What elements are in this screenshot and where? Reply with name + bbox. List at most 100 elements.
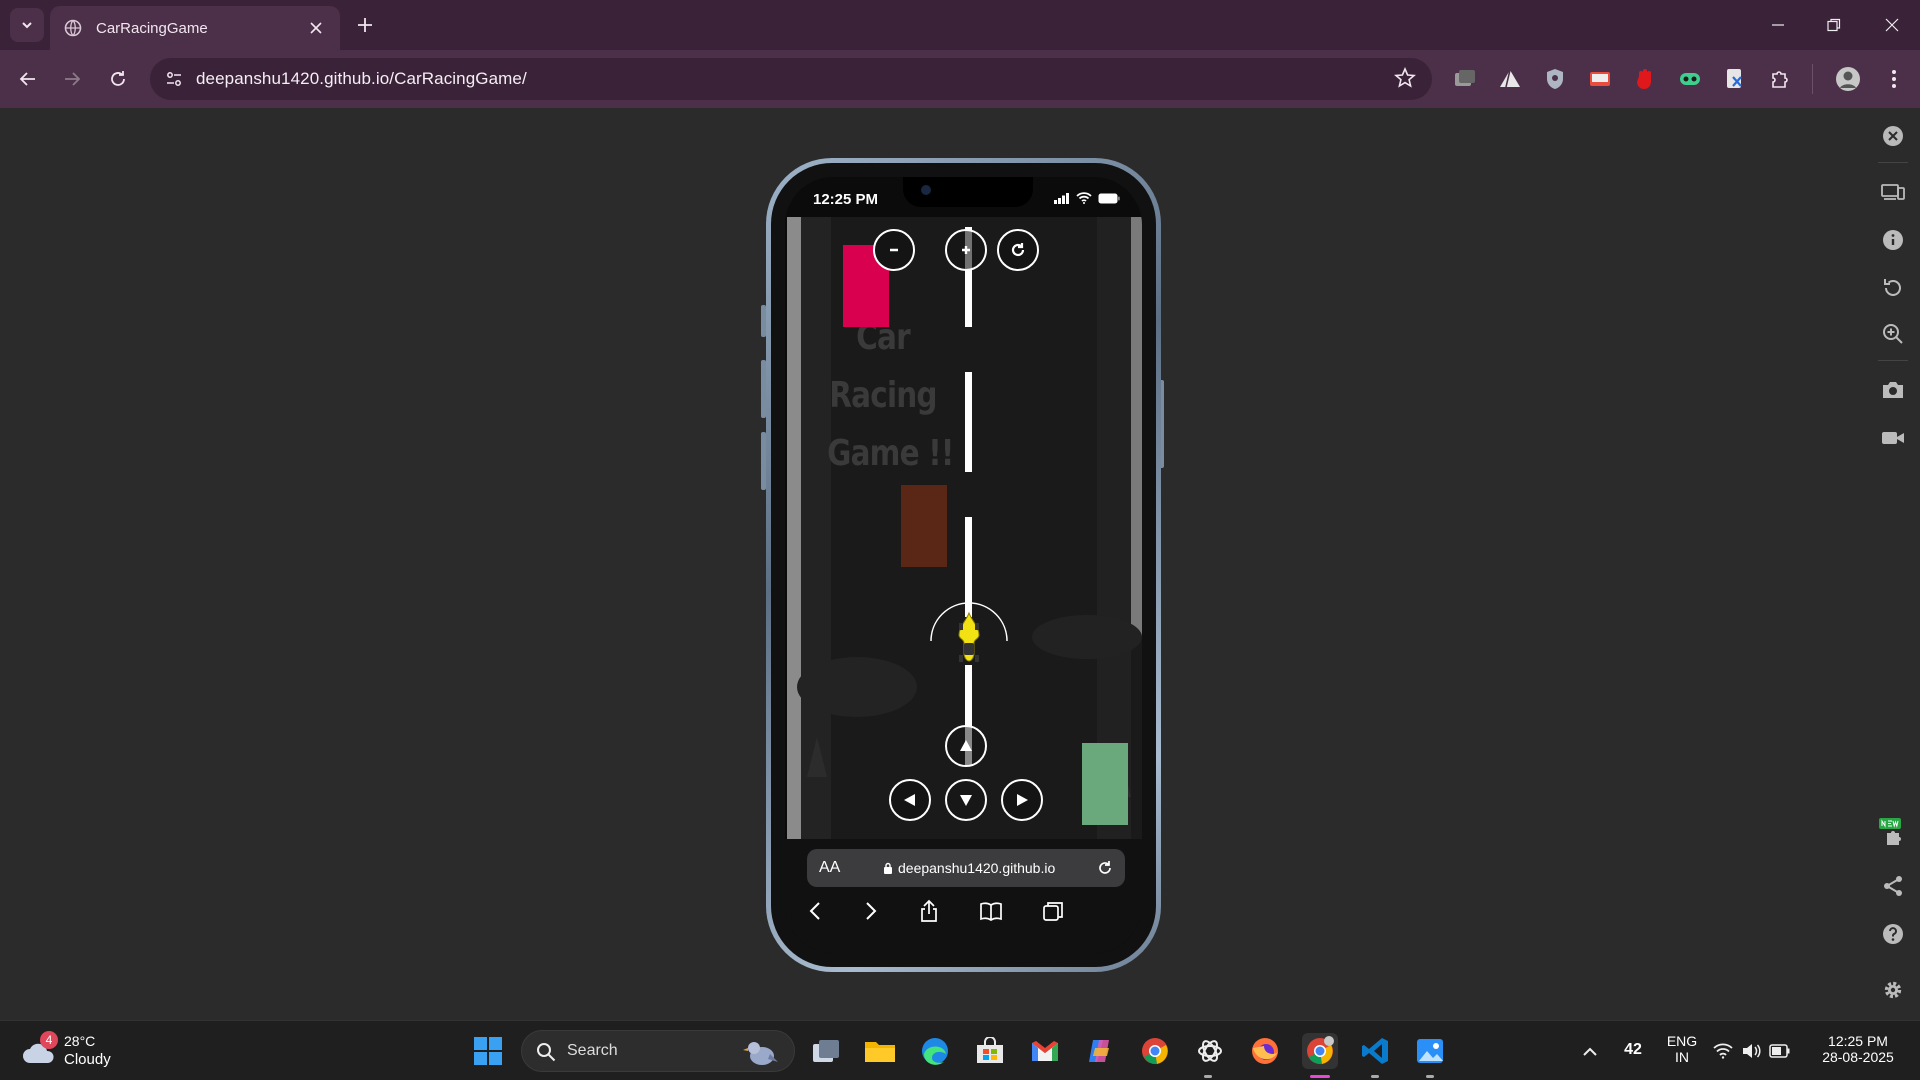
microsoft-store-app[interactable] bbox=[972, 1033, 1008, 1069]
url-text[interactable]: deepanshu1420.github.io/CarRacingGame/ bbox=[196, 69, 527, 89]
safari-bookmarks-button[interactable] bbox=[977, 897, 1005, 925]
close-window-button[interactable] bbox=[1864, 0, 1920, 50]
back-button[interactable] bbox=[12, 63, 44, 95]
right-button[interactable] bbox=[1001, 779, 1043, 821]
zoom-button[interactable] bbox=[1879, 320, 1907, 348]
safari-forward-button[interactable] bbox=[857, 897, 885, 925]
bird-icon bbox=[743, 1042, 778, 1065]
player-car bbox=[930, 602, 1008, 662]
settings-button[interactable] bbox=[1879, 976, 1907, 1004]
extension-drive[interactable] bbox=[1496, 65, 1524, 93]
extension-cast[interactable] bbox=[1586, 65, 1614, 93]
gmail-app[interactable] bbox=[1027, 1033, 1063, 1069]
zoom-in-button[interactable] bbox=[945, 229, 987, 271]
extension-x[interactable] bbox=[1721, 65, 1749, 93]
taskbar-search[interactable]: Search bbox=[521, 1030, 795, 1072]
search-placeholder: Search bbox=[567, 1042, 618, 1059]
tab-strip: CarRacingGame bbox=[0, 0, 1920, 50]
share-button[interactable] bbox=[1879, 872, 1907, 900]
safari-address-bar[interactable]: AA deepanshu1420.github.io bbox=[807, 849, 1125, 887]
tune-icon bbox=[167, 72, 181, 86]
tab-close-button[interactable] bbox=[306, 18, 326, 38]
status-icons bbox=[1054, 192, 1120, 204]
forward-button[interactable] bbox=[56, 63, 88, 95]
safari-url[interactable]: deepanshu1420.github.io bbox=[883, 860, 1055, 876]
profile-avatar[interactable] bbox=[1834, 65, 1862, 93]
wifi-icon bbox=[1713, 1043, 1733, 1059]
language-indicator[interactable]: ENG IN bbox=[1662, 1033, 1702, 1065]
address-bar[interactable]: deepanshu1420.github.io/CarRacingGame/ bbox=[150, 58, 1432, 100]
triangle-icon bbox=[1500, 69, 1520, 88]
help-button[interactable] bbox=[1879, 920, 1907, 948]
safari-back-button[interactable] bbox=[801, 897, 829, 925]
close-icon bbox=[1885, 18, 1899, 32]
device-select-button[interactable] bbox=[1879, 178, 1907, 206]
zoom-out-button[interactable] bbox=[873, 229, 915, 271]
tab-title: CarRacingGame bbox=[96, 19, 208, 37]
chrome-app[interactable] bbox=[1137, 1033, 1173, 1069]
extension-game[interactable] bbox=[1676, 65, 1704, 93]
start-button[interactable] bbox=[470, 1033, 506, 1069]
plus-icon bbox=[962, 246, 970, 254]
tab-search-button[interactable] bbox=[10, 8, 44, 42]
reload-button[interactable] bbox=[102, 63, 134, 95]
safari-toolbar: AA deepanshu1420.github.io bbox=[785, 839, 1142, 953]
signal-icon bbox=[1054, 192, 1069, 204]
edge-app[interactable] bbox=[917, 1033, 953, 1069]
zoom-in-icon bbox=[1883, 324, 1903, 344]
image-icon bbox=[1417, 1039, 1443, 1063]
safari-share-button[interactable] bbox=[915, 897, 943, 925]
rotate-button[interactable] bbox=[1879, 274, 1907, 302]
game-title-line2: Game !! bbox=[827, 433, 954, 474]
reload-icon[interactable] bbox=[1095, 858, 1115, 878]
game-canvas[interactable]: Car Racing Game !! bbox=[787, 217, 1142, 839]
book-icon bbox=[980, 902, 1002, 921]
chatgpt-app[interactable] bbox=[1192, 1033, 1228, 1069]
minimize-button[interactable] bbox=[1750, 0, 1806, 50]
new-tab-button[interactable] bbox=[352, 12, 378, 38]
device-info-button[interactable] bbox=[1879, 226, 1907, 254]
lock-icon bbox=[884, 862, 892, 874]
file-explorer-app[interactable] bbox=[862, 1033, 898, 1069]
extensions-new-button[interactable] bbox=[1879, 818, 1907, 846]
photos-app[interactable] bbox=[1412, 1033, 1448, 1069]
bookmark-button[interactable] bbox=[1394, 67, 1418, 91]
extension-adblock[interactable] bbox=[1631, 65, 1659, 93]
browser-menu-button[interactable] bbox=[1880, 65, 1908, 93]
tab-car-racing-game[interactable]: CarRacingGame bbox=[50, 6, 340, 50]
safari-tabs-button[interactable] bbox=[1039, 897, 1067, 925]
up-button[interactable] bbox=[945, 725, 987, 767]
firefox-icon bbox=[1252, 1038, 1278, 1064]
site-info-button[interactable] bbox=[162, 67, 186, 91]
gamepad-icon bbox=[1680, 73, 1700, 85]
tray-count[interactable]: 42 bbox=[1616, 1041, 1650, 1059]
arrow-right-icon bbox=[65, 72, 81, 86]
left-button[interactable] bbox=[889, 779, 931, 821]
quick-settings-button[interactable] bbox=[1712, 1033, 1792, 1069]
task-view-button[interactable] bbox=[808, 1033, 844, 1069]
extensions-button[interactable] bbox=[1766, 65, 1794, 93]
close-emulator-button[interactable] bbox=[1879, 122, 1907, 150]
chrome-app-active[interactable] bbox=[1302, 1033, 1338, 1069]
restore-button[interactable] bbox=[1806, 0, 1862, 50]
restart-button[interactable] bbox=[997, 229, 1039, 271]
weather-widget[interactable]: 4 28°C Cloudy bbox=[22, 1031, 152, 1073]
firefox-app[interactable] bbox=[1247, 1033, 1283, 1069]
copilot-app[interactable] bbox=[1082, 1033, 1118, 1069]
star-icon bbox=[1394, 67, 1416, 88]
show-hidden-icons-button[interactable] bbox=[1575, 1033, 1605, 1069]
store-icon bbox=[977, 1037, 1003, 1063]
weather-description: Cloudy bbox=[64, 1051, 111, 1068]
clock[interactable]: 12:25 PM 28-08-2025 bbox=[1808, 1033, 1908, 1065]
text-size-button[interactable]: AA bbox=[819, 859, 840, 877]
arrow-up-icon bbox=[960, 740, 972, 751]
phone-frame: 12:25 PM Car Racing Game !! AA deepanshu… bbox=[766, 158, 1161, 972]
down-button[interactable] bbox=[945, 779, 987, 821]
vscode-app[interactable] bbox=[1357, 1033, 1393, 1069]
screenshot-button[interactable] bbox=[1879, 376, 1907, 404]
extension-tab-manager[interactable] bbox=[1451, 65, 1479, 93]
game-title: Car Racing Game !! bbox=[801, 309, 965, 483]
record-button[interactable] bbox=[1879, 424, 1907, 452]
extension-shield[interactable] bbox=[1541, 65, 1569, 93]
folder-icon bbox=[865, 1042, 895, 1062]
